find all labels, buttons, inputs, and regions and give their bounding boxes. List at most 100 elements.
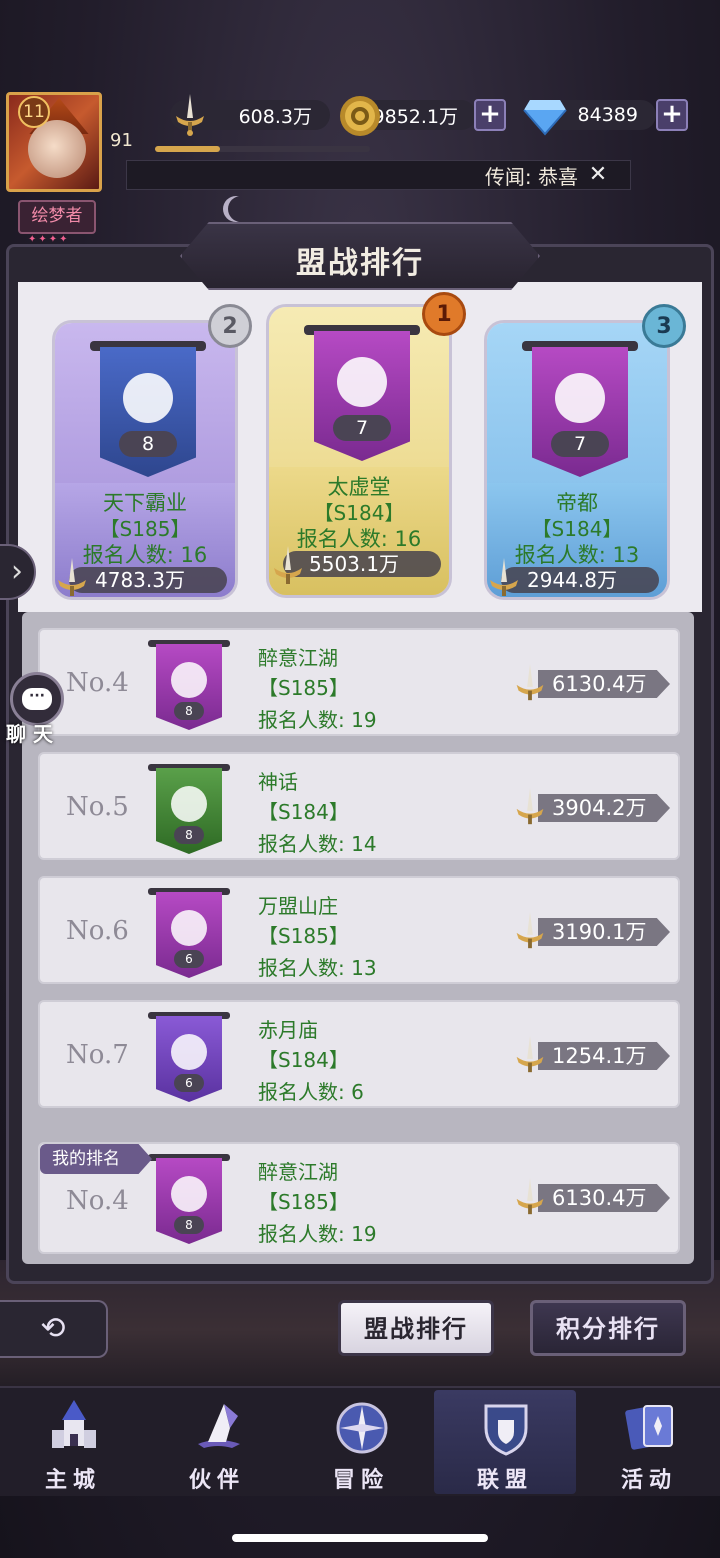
rank-3-medal-icon: 3	[642, 304, 686, 348]
sword-icon	[52, 556, 92, 600]
banner-number: 8	[174, 702, 204, 720]
tab-battle-ranking[interactable]: 盟战排行	[338, 1300, 494, 1356]
guild-name: 醉意江湖	[258, 646, 338, 670]
nav-label: 主城	[44, 1468, 101, 1493]
ranking-row[interactable]: No.7 6 赤月庙 【S184】 报名人数: 6 1254.1万	[38, 1000, 680, 1108]
avatar-face	[28, 120, 86, 178]
nav-label: 活动	[620, 1468, 677, 1493]
guild-name: 万盟山庄	[258, 894, 338, 918]
panel-title: 盟战排行	[296, 246, 424, 281]
guild-power: 2944.8万	[501, 567, 659, 593]
witch-hat-emblem-icon	[123, 373, 173, 423]
guild-server: 【S184】	[313, 501, 405, 525]
role-badge[interactable]: 绘梦者	[18, 200, 96, 234]
guild-power: 1254.1万	[538, 1042, 670, 1070]
shield-icon	[478, 1398, 534, 1458]
guild-power: 4783.3万	[69, 567, 227, 593]
rumor-close-button[interactable]: ✕	[584, 163, 612, 187]
my-rank-tag: 我的排名	[40, 1144, 152, 1174]
rank-number: No.4	[66, 668, 129, 698]
guild-server: 【S185】	[99, 517, 191, 541]
guild-name: 赤月庙	[258, 1018, 318, 1042]
guild-signup-count: 报名人数: 19	[258, 1222, 377, 1246]
guild-name: 神话	[258, 770, 298, 794]
gold-value: 9852.1万	[372, 105, 458, 128]
guild-server: 【S184】	[258, 800, 349, 824]
guild-server: 【S184】	[531, 517, 623, 541]
flame-emblem-icon	[171, 910, 207, 946]
ranking-row[interactable]: No.6 6 万盟山庄 【S185】 报名人数: 13 3190.1万	[38, 876, 680, 984]
rank-number: No.7	[66, 1040, 129, 1070]
banner-number: 8	[174, 1216, 204, 1234]
sword-icon	[170, 92, 210, 136]
guild-name: 醉意江湖	[258, 1160, 338, 1184]
guild-signup-count: 报名人数: 6	[258, 1080, 364, 1104]
nav-label: 伙伴	[188, 1468, 245, 1493]
banner-number: 6	[174, 950, 204, 968]
guild-power: 6130.4万	[538, 670, 670, 698]
guild-server: 【S185】	[258, 924, 349, 948]
sword-icon	[512, 1034, 548, 1076]
cards-icon	[622, 1398, 678, 1458]
rank-number: No.4	[66, 1186, 129, 1216]
exp-bar-fill	[155, 146, 220, 152]
coin-icon	[338, 94, 382, 138]
banner-number: 8	[119, 431, 177, 457]
guild-server: 【S184】	[258, 1048, 349, 1072]
rank-1-medal-icon: 1	[422, 292, 466, 336]
banner-number: 7	[333, 415, 391, 441]
guild-signup-count: 报名人数: 13	[258, 956, 377, 980]
guild-server: 【S185】	[258, 676, 349, 700]
diamond-value: 84389	[577, 104, 638, 126]
diamond-icon	[522, 96, 568, 136]
sword-icon	[268, 544, 308, 588]
add-diamond-button[interactable]: +	[656, 99, 688, 131]
rank-2-medal-icon: 2	[208, 304, 252, 348]
guild-power: 3190.1万	[538, 918, 670, 946]
avatar-level-badge: 11	[18, 96, 50, 128]
ranking-row[interactable]: No.4 8 醉意江湖 【S185】 报名人数: 19 6130.4万	[38, 628, 680, 736]
witch-hat-icon	[190, 1398, 246, 1458]
nav-alliance[interactable]: 联盟	[434, 1390, 576, 1494]
banner-number: 7	[551, 431, 609, 457]
guild-signup-count: 报名人数: 14	[258, 832, 377, 856]
exp-bar	[155, 146, 370, 152]
sword-icon	[484, 556, 524, 600]
flame-emblem-icon	[337, 357, 387, 407]
rumor-ticker: 传闻: 恭喜	[126, 160, 631, 190]
banner-number: 8	[174, 826, 204, 844]
moon-emblem-icon	[171, 1176, 207, 1212]
compass-icon	[334, 1398, 390, 1458]
chat-label[interactable]: 聊 天	[6, 718, 53, 747]
rank-number: No.6	[66, 916, 129, 946]
flame-emblem-icon	[555, 373, 605, 423]
home-indicator[interactable]	[232, 1534, 488, 1542]
player-level: 91	[110, 130, 133, 151]
back-button[interactable]: ⟲	[0, 1300, 108, 1358]
chat-bubble-icon: ···	[22, 688, 52, 710]
nav-partners[interactable]: 伙伴	[146, 1390, 288, 1494]
ranking-row[interactable]: No.5 8 神话 【S184】 报名人数: 14 3904.2万	[38, 752, 680, 860]
nav-label: 冒险	[332, 1468, 389, 1493]
rank-number: No.5	[66, 792, 129, 822]
nav-events[interactable]: 活动	[578, 1390, 720, 1494]
banner-number: 6	[174, 1074, 204, 1092]
nav-adventure[interactable]: 冒险	[290, 1390, 432, 1494]
moon-icon	[228, 196, 254, 222]
sword-icon	[512, 662, 548, 704]
sword-icon	[512, 1176, 548, 1218]
guild-server: 【S185】	[258, 1190, 349, 1214]
guild-power: 6130.4万	[538, 1184, 670, 1212]
nav-label: 联盟	[476, 1468, 533, 1493]
add-gold-button[interactable]: +	[474, 99, 506, 131]
castle-icon	[46, 1398, 102, 1458]
moon-emblem-icon	[171, 1034, 207, 1070]
tab-points-ranking[interactable]: 积分排行	[530, 1300, 686, 1356]
guild-power: 3904.2万	[538, 794, 670, 822]
nav-main-city[interactable]: 主城	[2, 1390, 144, 1494]
moon-emblem-icon	[171, 662, 207, 698]
sword-icon	[512, 910, 548, 952]
power-value: 608.3万	[238, 105, 312, 128]
guild-signup-count: 报名人数: 19	[258, 708, 377, 732]
witch-hat-emblem-icon	[171, 786, 207, 822]
